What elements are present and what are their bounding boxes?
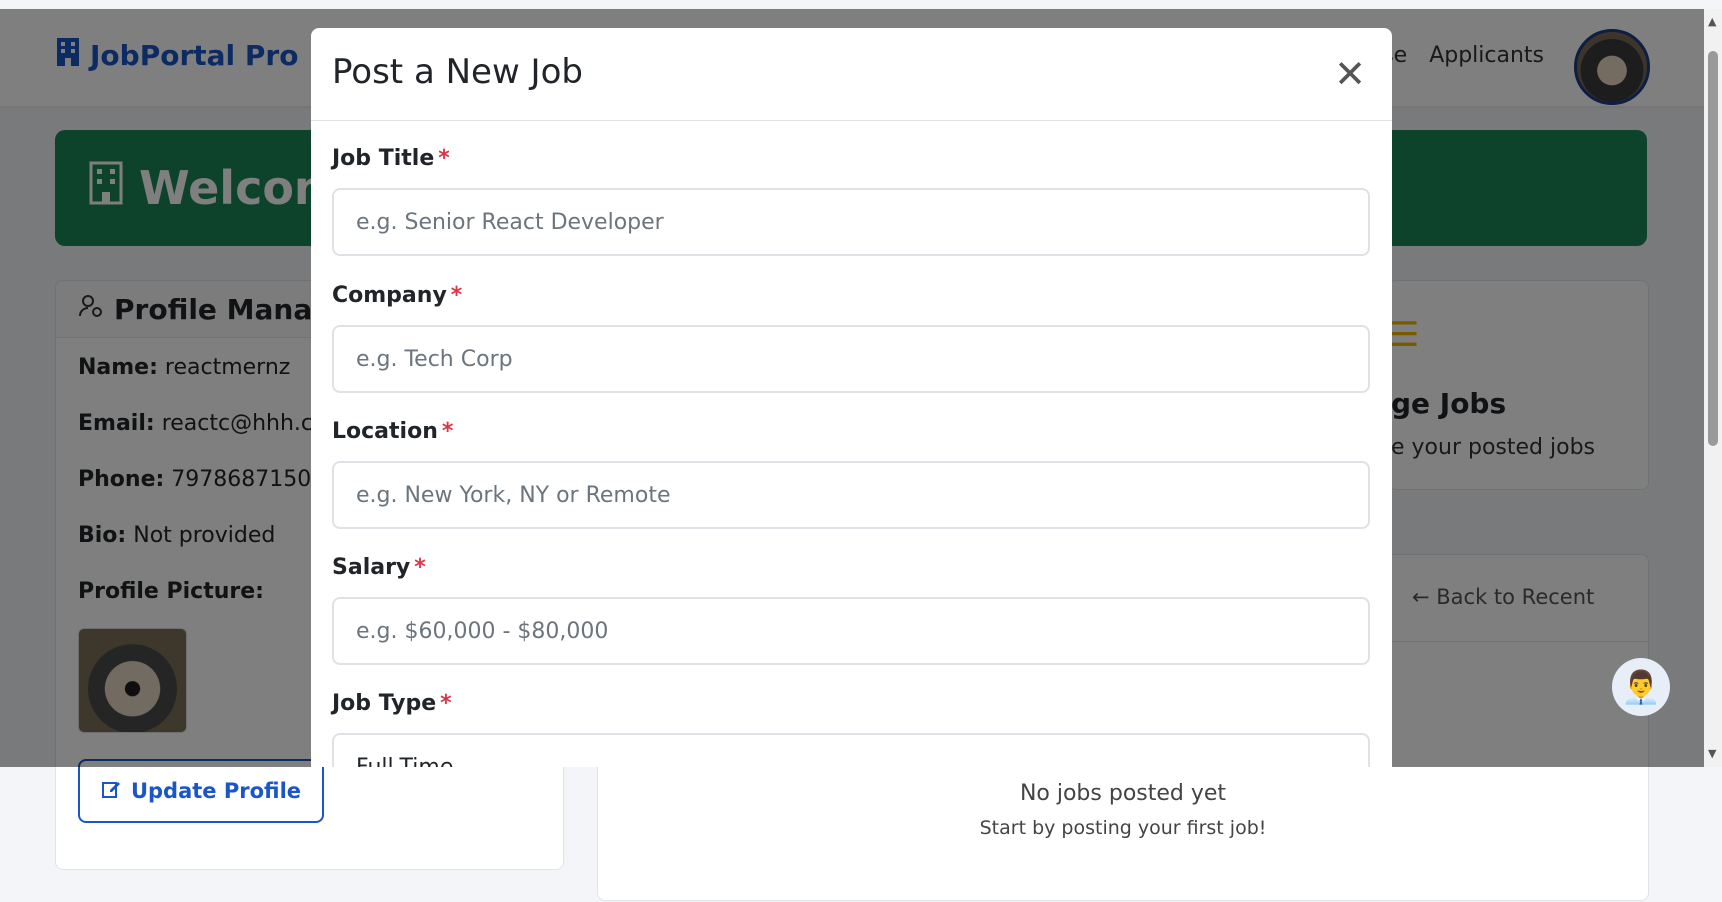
job-title-input[interactable]: e.g. Senior React Developer <box>332 188 1370 256</box>
job-type-label: Job Type * <box>332 691 452 716</box>
post-job-modal: Post a New Job ✕ Job Title * e.g. Senior … <box>311 28 1392 767</box>
close-icon[interactable]: ✕ <box>1330 52 1370 96</box>
scroll-down-icon[interactable]: ▼ <box>1708 747 1716 760</box>
location-label: Location * <box>332 419 454 444</box>
salary-label: Salary * <box>332 555 426 580</box>
company-label: Company * <box>332 283 463 308</box>
salary-input[interactable]: e.g. $60,000 - $80,000 <box>332 597 1370 665</box>
company-input[interactable]: e.g. Tech Corp <box>332 325 1370 393</box>
modal-title: Post a New Job <box>332 52 583 92</box>
job-type-select[interactable]: Full-Time ⌄ <box>332 733 1370 767</box>
edit-icon <box>101 779 121 804</box>
page-scrollbar[interactable]: ▲ ▼ <box>1704 9 1722 767</box>
scroll-up-icon[interactable]: ▲ <box>1708 15 1716 28</box>
chevron-down-icon: ⌄ <box>1329 755 1346 767</box>
chat-assistant-icon[interactable]: 👨‍💼 <box>1612 658 1670 716</box>
location-input[interactable]: e.g. New York, NY or Remote <box>332 461 1370 529</box>
modal-header: Post a New Job ✕ <box>311 28 1392 121</box>
empty-state-title: No jobs posted yet <box>1019 781 1227 806</box>
update-profile-button[interactable]: Update Profile <box>78 759 324 823</box>
scrollbar-thumb[interactable] <box>1708 51 1718 446</box>
job-title-label: Job Title * <box>332 146 450 171</box>
empty-state-subtitle: Start by posting your first job! <box>979 817 1267 839</box>
